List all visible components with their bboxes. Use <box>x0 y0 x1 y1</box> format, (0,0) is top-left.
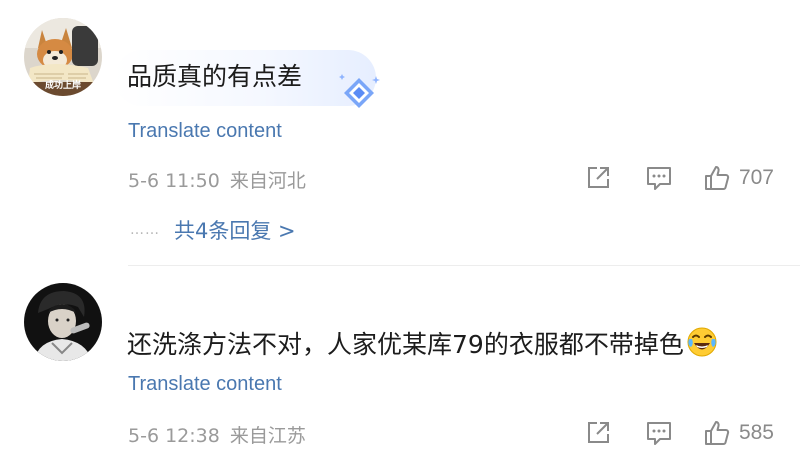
comment-actions: 585 <box>585 418 774 448</box>
avatar-caption: 成功上岸 <box>44 81 81 91</box>
user-avatar[interactable] <box>24 283 102 361</box>
laughing-crying-emoji-icon <box>687 327 717 357</box>
comment-icon <box>646 167 671 190</box>
comment-date: 5-6 12:38 <box>128 425 220 447</box>
reply-button[interactable] <box>645 420 673 446</box>
diamond-badge-icon <box>339 74 380 108</box>
comment-meta: 5-6 11:50 来自河北 <box>128 166 306 193</box>
translate-link[interactable]: Translate content <box>128 120 282 143</box>
thumbs-up-icon <box>704 166 730 190</box>
view-replies-link[interactable]: …… 共4条回复 > <box>130 215 296 245</box>
like-count: 585 <box>738 421 774 444</box>
comment-location: 来自江苏 <box>229 425 306 447</box>
replies-dots: …… <box>130 222 160 238</box>
reply-button[interactable] <box>645 165 673 191</box>
like-count: 707 <box>738 166 774 189</box>
like-button[interactable]: 585 <box>703 419 774 447</box>
comment-location: 来自河北 <box>229 170 306 192</box>
singer-avatar-icon <box>24 283 102 361</box>
thumbs-up-icon <box>704 421 730 445</box>
comment-item: 还洗涤方法不对，人家优某库79的衣服都不带掉色 Translate conten… <box>0 266 800 460</box>
share-button[interactable] <box>585 165 611 191</box>
comment-text: 还洗涤方法不对，人家优某库79的衣服都不带掉色 <box>127 326 718 362</box>
comment-item: 成功上岸 品质真的有点差 Translate content 5-6 11:50… <box>0 0 800 266</box>
comment-actions: 707 <box>585 163 774 193</box>
translate-link[interactable]: Translate content <box>128 373 282 396</box>
share-icon <box>587 167 609 188</box>
comment-meta: 5-6 12:38 来自江苏 <box>128 421 306 448</box>
comment-text-content: 还洗涤方法不对，人家优某库79的衣服都不带掉色 <box>127 330 684 359</box>
comment-text: 品质真的有点差 <box>127 62 303 91</box>
share-icon <box>587 422 609 443</box>
comment-icon <box>646 422 671 445</box>
user-avatar[interactable]: 成功上岸 <box>24 18 102 96</box>
like-button[interactable]: 707 <box>703 164 774 192</box>
comment-date: 5-6 11:50 <box>128 170 220 192</box>
replies-label: 共4条回复 > <box>174 219 296 243</box>
share-button[interactable] <box>585 420 611 446</box>
